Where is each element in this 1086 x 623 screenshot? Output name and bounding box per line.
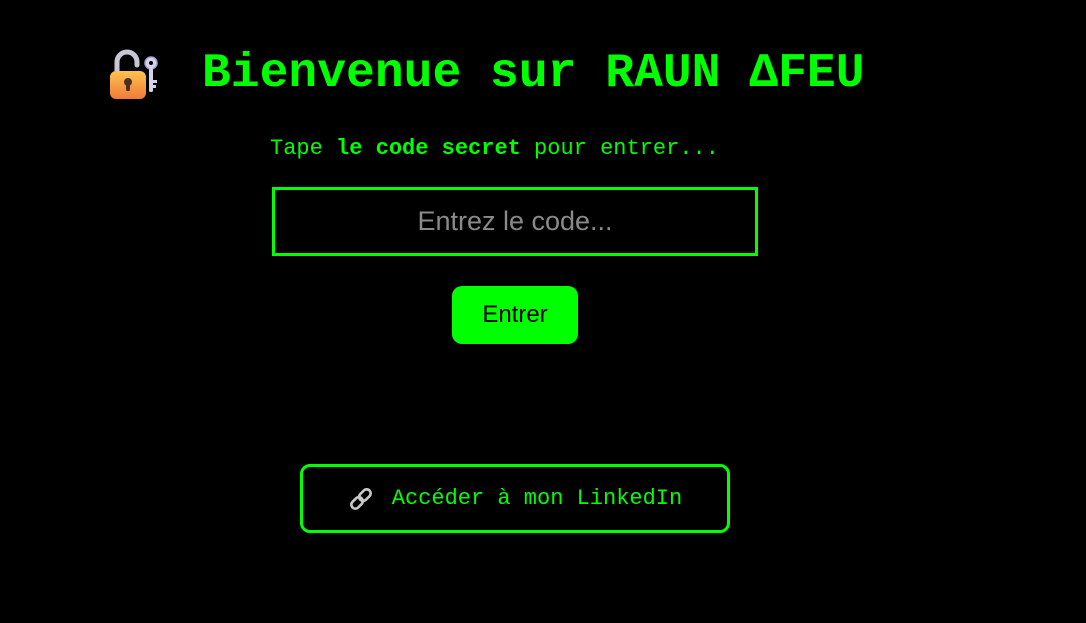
link-icon — [348, 486, 374, 512]
instruction-text-end: pour entrer... — [520, 136, 719, 161]
enter-button[interactable]: Entrer — [452, 286, 578, 344]
instruction-text-emphasis: le code secret — [336, 136, 521, 161]
linkedin-link-label: Accéder à mon LinkedIn — [391, 486, 683, 511]
header: Bienvenue sur RAUN ΔFEU — [108, 44, 865, 104]
page-title: Bienvenue sur RAUN ΔFEU — [202, 47, 865, 101]
instruction-text-start: Tape — [270, 136, 337, 161]
secret-code-input[interactable] — [272, 187, 758, 256]
instruction-text: Tape le code secret pour entrer... — [270, 136, 719, 161]
linkedin-link-button[interactable]: Accéder à mon LinkedIn — [300, 464, 730, 533]
lock-with-key-icon — [108, 47, 162, 101]
